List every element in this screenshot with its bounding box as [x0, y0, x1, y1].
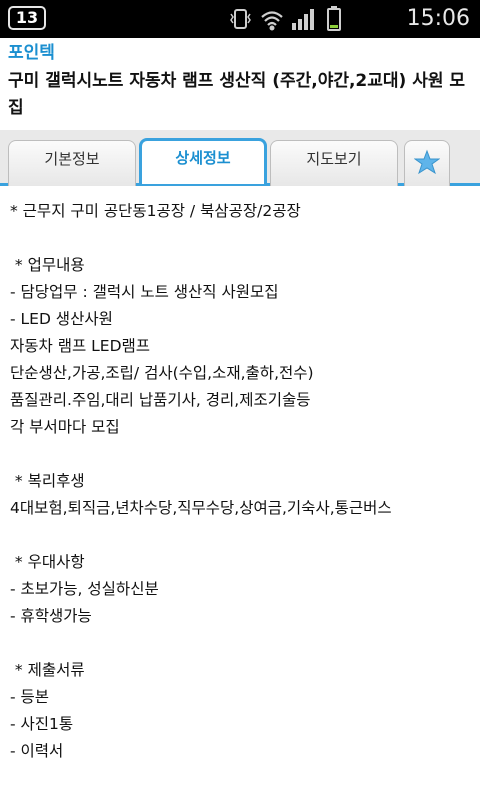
description-line — [10, 441, 472, 468]
tab-details[interactable]: 상세정보 — [139, 138, 267, 184]
description-line: 품질관리.주임,대리 납품기사, 경리,제조기술등 — [10, 391, 311, 409]
description-line: - LED 생산사원 — [10, 310, 113, 328]
description-line: - 휴학생가능 — [10, 607, 92, 625]
signal-icon — [292, 9, 314, 30]
description-line — [10, 630, 472, 657]
description-line: - 이력서 — [10, 742, 64, 760]
job-description: * 근무지 구미 공단동1공장 / 북삼공장/2공장 * 업무내용 - 담당업무… — [10, 198, 472, 765]
description-line: - 사진1통 — [10, 715, 74, 733]
notification-count: 13 — [15, 8, 39, 27]
tab-bar: 기본정보 상세정보 지도보기 — [0, 130, 480, 186]
description-line — [10, 522, 472, 549]
description-line: * 근무지 구미 공단동1공장 / 북삼공장/2공장 — [10, 202, 301, 220]
description-line: 자동차 램프 LED램프 — [10, 337, 151, 355]
description-line: 각 부서마다 모집 — [10, 418, 120, 436]
vibrate-icon — [230, 9, 251, 29]
description-line: * 제출서류 — [10, 661, 85, 679]
tab-basic-info[interactable]: 기본정보 — [8, 140, 136, 186]
tab-map[interactable]: 지도보기 — [270, 140, 398, 186]
description-line: * 업무내용 — [10, 256, 85, 274]
description-line: * 우대사항 — [10, 553, 85, 571]
wifi-icon — [261, 11, 283, 31]
description-line: - 담당업무 : 갤럭시 노트 생산직 사원모집 — [10, 283, 279, 301]
tab-label: 지도보기 — [306, 150, 362, 168]
description-line: 4대보험,퇴직금,년차수당,직무수당,상여금,기숙사,통근버스 — [10, 499, 392, 517]
description-line: 단순생산,가공,조립/ 검사(수입,소재,출하,전수) — [10, 364, 314, 382]
description-line: * 복리후생 — [10, 472, 85, 490]
header: 포인텍 구미 갤럭시노트 자동차 램프 생산직 (주간,야간,2교대) 사원 모… — [0, 38, 480, 130]
notification-badge[interactable]: 13 — [8, 6, 46, 30]
status-bar: 13 15:06 — [0, 0, 480, 38]
app-name: 포인텍 — [8, 43, 55, 63]
status-icons — [230, 6, 341, 31]
favorite-button[interactable] — [404, 140, 450, 186]
description-line — [10, 225, 472, 252]
tab-label: 기본정보 — [44, 150, 100, 168]
job-title: 구미 갤럭시노트 자동차 램프 생산직 (주간,야간,2교대) 사원 모집 — [8, 71, 466, 118]
star-icon — [413, 149, 441, 175]
description-line: - 초보가능, 성실하신분 — [10, 580, 159, 598]
status-clock: 15:06 — [406, 6, 470, 31]
tab-label: 상세정보 — [175, 149, 231, 167]
description-line: - 등본 — [10, 688, 50, 706]
battery-icon — [327, 6, 341, 31]
